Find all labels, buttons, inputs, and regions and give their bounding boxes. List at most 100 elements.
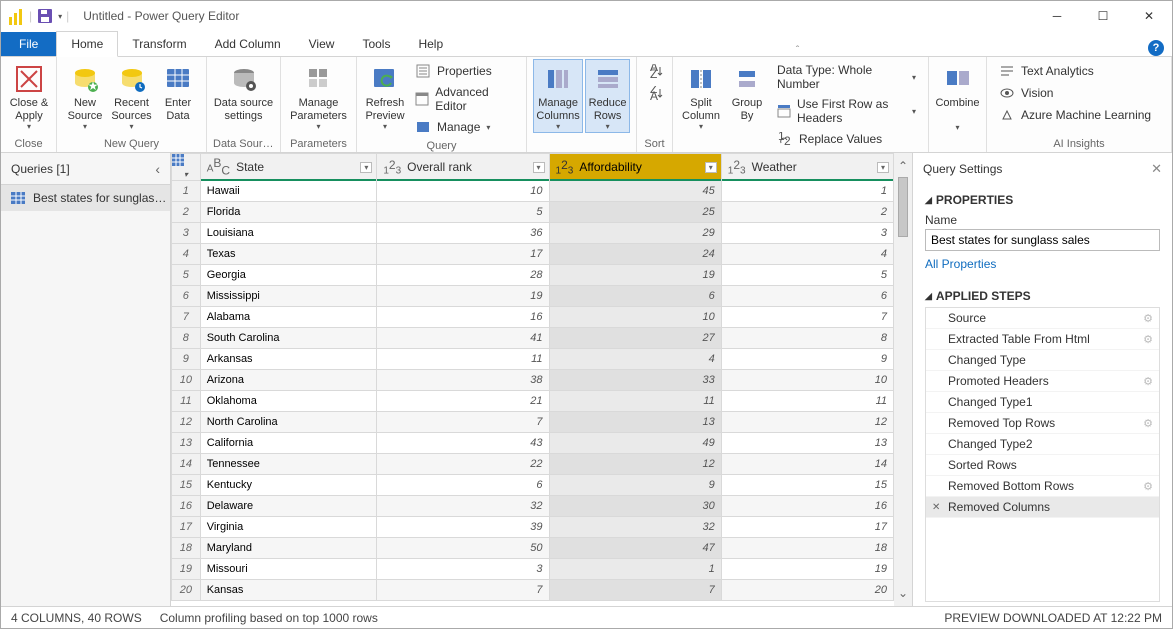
cell[interactable]: 2: [721, 202, 893, 223]
replace-values-button[interactable]: 12Replace Values: [773, 129, 920, 149]
cell[interactable]: 11: [721, 391, 893, 412]
advanced-editor-button[interactable]: Advanced Editor: [411, 83, 518, 115]
cell[interactable]: 6: [377, 475, 549, 496]
cell[interactable]: California: [200, 433, 377, 454]
cell[interactable]: 16: [721, 496, 893, 517]
table-row[interactable]: 19 Missouri 3 1 19: [172, 559, 894, 580]
row-number[interactable]: 16: [172, 496, 201, 517]
cell[interactable]: Florida: [200, 202, 377, 223]
ribbon-collapse-icon[interactable]: ˆ: [796, 45, 799, 56]
cell[interactable]: 7: [549, 580, 721, 601]
cell[interactable]: Louisiana: [200, 223, 377, 244]
azure-ml-button[interactable]: Azure Machine Learning: [995, 105, 1155, 125]
applied-step[interactable]: Removed Bottom Rows⚙: [926, 476, 1159, 497]
cell[interactable]: 45: [549, 181, 721, 202]
row-number[interactable]: 3: [172, 223, 201, 244]
tab-file[interactable]: File: [1, 32, 56, 56]
row-number[interactable]: 5: [172, 265, 201, 286]
applied-step[interactable]: Removed Top Rows⚙: [926, 413, 1159, 434]
cell[interactable]: 4: [549, 349, 721, 370]
row-number[interactable]: 20: [172, 580, 201, 601]
use-first-row-headers-button[interactable]: Use First Row as Headers▾: [773, 95, 920, 127]
row-number[interactable]: 17: [172, 517, 201, 538]
row-number[interactable]: 18: [172, 538, 201, 559]
sort-asc-button[interactable]: AZ: [645, 61, 669, 81]
cell[interactable]: Alabama: [200, 307, 377, 328]
cell[interactable]: 19: [377, 286, 549, 307]
text-analytics-button[interactable]: Text Analytics: [995, 61, 1155, 81]
cell[interactable]: 19: [549, 265, 721, 286]
column-header-affordability[interactable]: 123Affordability▾: [549, 154, 721, 181]
cell[interactable]: 14: [721, 454, 893, 475]
cell[interactable]: Virginia: [200, 517, 377, 538]
filter-icon[interactable]: ▾: [533, 162, 545, 173]
row-number[interactable]: 11: [172, 391, 201, 412]
row-number[interactable]: 12: [172, 412, 201, 433]
cell[interactable]: 5: [721, 265, 893, 286]
table-row[interactable]: 10 Arizona 38 33 10: [172, 370, 894, 391]
table-row[interactable]: 15 Kentucky 6 9 15: [172, 475, 894, 496]
scroll-down-icon[interactable]: ⌄: [898, 586, 908, 600]
cell[interactable]: 18: [721, 538, 893, 559]
cell[interactable]: North Carolina: [200, 412, 377, 433]
table-row[interactable]: 17 Virginia 39 32 17: [172, 517, 894, 538]
cell[interactable]: 1: [549, 559, 721, 580]
refresh-preview-button[interactable]: Refresh Preview ▾: [363, 59, 407, 133]
table-row[interactable]: 3 Louisiana 36 29 3: [172, 223, 894, 244]
data-type-button[interactable]: Data Type: Whole Number▾: [773, 61, 920, 93]
cell[interactable]: 3: [721, 223, 893, 244]
cell[interactable]: 7: [377, 580, 549, 601]
cell[interactable]: 15: [721, 475, 893, 496]
properties-button[interactable]: Properties: [411, 61, 518, 81]
cell[interactable]: Oklahoma: [200, 391, 377, 412]
table-row[interactable]: 13 California 43 49 13: [172, 433, 894, 454]
applied-step[interactable]: Changed Type2: [926, 434, 1159, 455]
applied-step[interactable]: Source⚙: [926, 308, 1159, 329]
cell[interactable]: 28: [377, 265, 549, 286]
gear-icon[interactable]: ⚙: [1143, 375, 1153, 388]
table-row[interactable]: 16 Delaware 32 30 16: [172, 496, 894, 517]
table-row[interactable]: 20 Kansas 7 7 20: [172, 580, 894, 601]
table-row[interactable]: 6 Mississippi 19 6 6: [172, 286, 894, 307]
collapse-queries-icon[interactable]: ‹: [155, 161, 160, 177]
cell[interactable]: 39: [377, 517, 549, 538]
gear-icon[interactable]: ⚙: [1143, 333, 1153, 346]
table-row[interactable]: 14 Tennessee 22 12 14: [172, 454, 894, 475]
cell[interactable]: 12: [549, 454, 721, 475]
table-row[interactable]: 9 Arkansas 11 4 9: [172, 349, 894, 370]
table-row[interactable]: 11 Oklahoma 21 11 11: [172, 391, 894, 412]
group-by-button[interactable]: Group By: [725, 59, 769, 124]
sort-desc-button[interactable]: ZA: [645, 83, 669, 103]
cell[interactable]: 5: [377, 202, 549, 223]
reduce-rows-button[interactable]: Reduce Rows ▾: [585, 59, 630, 133]
cell[interactable]: 7: [721, 307, 893, 328]
cell[interactable]: 8: [721, 328, 893, 349]
table-row[interactable]: 1 Hawaii 10 45 1: [172, 181, 894, 202]
cell[interactable]: 36: [377, 223, 549, 244]
qat-dropdown-icon[interactable]: ▾: [58, 12, 62, 21]
applied-step[interactable]: Promoted Headers⚙: [926, 371, 1159, 392]
cell[interactable]: Kentucky: [200, 475, 377, 496]
split-column-button[interactable]: Split Column ▾: [679, 59, 723, 133]
row-number[interactable]: 8: [172, 328, 201, 349]
applied-step[interactable]: Changed Type: [926, 350, 1159, 371]
row-number[interactable]: 15: [172, 475, 201, 496]
table-row[interactable]: 12 North Carolina 7 13 12: [172, 412, 894, 433]
cell[interactable]: 24: [549, 244, 721, 265]
collapse-icon[interactable]: ◢: [925, 291, 932, 302]
cell[interactable]: 11: [549, 391, 721, 412]
cell[interactable]: 6: [549, 286, 721, 307]
cell[interactable]: 32: [549, 517, 721, 538]
cell[interactable]: 10: [721, 370, 893, 391]
cell[interactable]: 7: [377, 412, 549, 433]
cell[interactable]: 25: [549, 202, 721, 223]
table-row[interactable]: 2 Florida 5 25 2: [172, 202, 894, 223]
help-icon[interactable]: ?: [1148, 40, 1164, 56]
cell[interactable]: 4: [721, 244, 893, 265]
filter-icon[interactable]: ▾: [360, 162, 372, 173]
cell[interactable]: 50: [377, 538, 549, 559]
column-header-rank[interactable]: 123Overall rank▾: [377, 154, 549, 181]
table-row[interactable]: 5 Georgia 28 19 5: [172, 265, 894, 286]
recent-sources-button[interactable]: Recent Sources ▾: [109, 59, 154, 133]
manage-columns-button[interactable]: Manage Columns ▾: [533, 59, 583, 133]
